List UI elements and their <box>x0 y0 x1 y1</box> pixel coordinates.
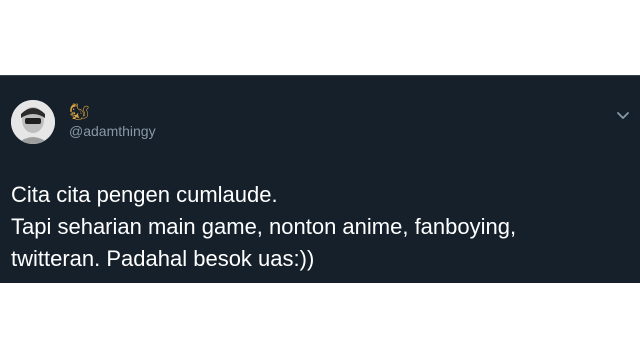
tweet-text-line: Cita cita pengen cumlaude. <box>11 182 278 207</box>
display-name[interactable]: 🐿 <box>69 102 156 122</box>
tweet-card[interactable]: 🐿 @adamthingy Cita cita pengen cumlaude.… <box>0 75 640 283</box>
chevron-down-icon[interactable] <box>614 106 632 124</box>
tweet-header: 🐿 @adamthingy <box>69 102 156 146</box>
avatar-image <box>11 100 55 144</box>
tweet-text-line: twitteran. Padahal besok uas:)) <box>11 246 315 271</box>
avatar[interactable] <box>11 100 55 144</box>
tweet-text-line: Tapi seharian main game, nonton anime, f… <box>11 214 517 239</box>
tweet-text: Cita cita pengen cumlaude. Tapi seharian… <box>11 179 611 275</box>
page: 🐿 @adamthingy Cita cita pengen cumlaude.… <box>0 0 640 360</box>
user-handle[interactable]: @adamthingy <box>69 122 156 140</box>
